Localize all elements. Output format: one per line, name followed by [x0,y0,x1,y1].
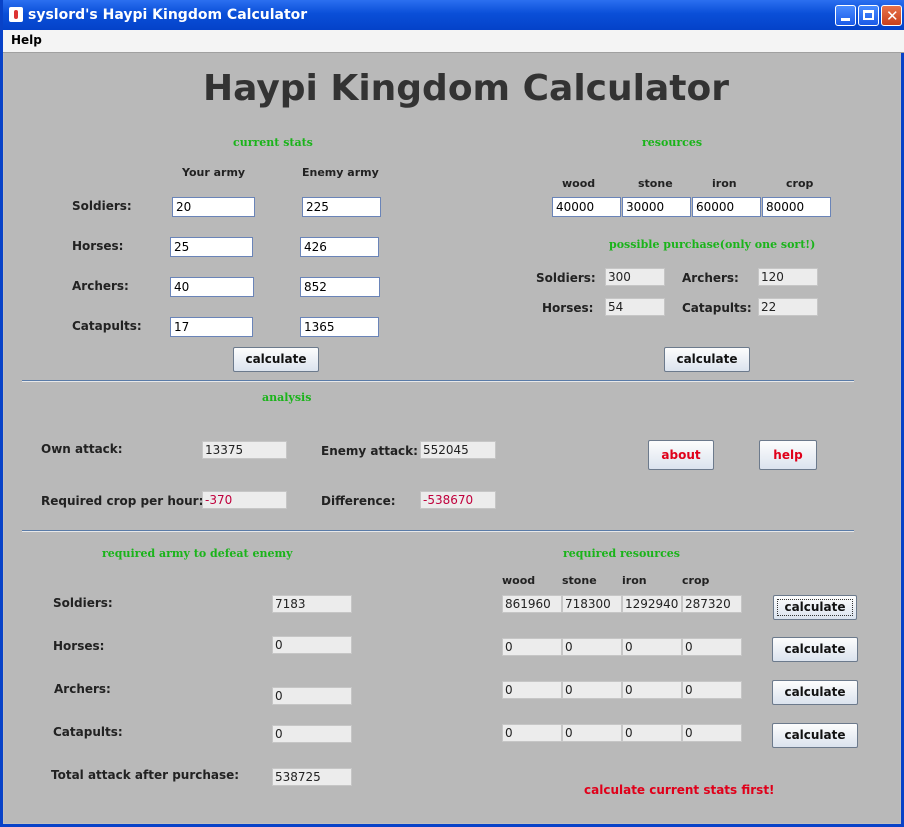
total-attack-label: Total attack after purchase: [51,768,240,782]
required-crop-label: Required crop per hour: [41,494,204,508]
req-res-archers-crop: 0 [682,681,742,699]
crop-input[interactable]: 80000 [762,197,831,217]
req-res-archers-wood: 0 [502,681,562,699]
total-attack-value: 538725 [272,768,352,786]
enemy-attack-value: 552045 [420,441,496,459]
req-iron-header: iron [622,574,647,587]
analysis-title: analysis [262,391,312,404]
your-catapults-input[interactable]: 17 [170,317,253,337]
soldiers-label: Soldiers: [72,199,132,213]
enemy-horses-input[interactable]: 426 [300,237,379,257]
required-resources-title: required resources [563,547,680,560]
req-res-horses-crop: 0 [682,638,742,656]
enemy-army-header: Enemy army [302,166,379,179]
horses-label: Horses: [72,239,124,253]
enemy-catapults-input[interactable]: 1365 [300,317,379,337]
wood-input[interactable]: 40000 [552,197,621,217]
about-button[interactable]: about [648,440,714,470]
minimize-button[interactable] [835,5,856,26]
menu-help[interactable]: Help [11,33,42,47]
req-wood-header: wood [502,574,536,587]
archers-label: Archers: [72,279,129,293]
your-army-header: Your army [182,166,246,179]
req-res-catapults-iron: 0 [622,724,682,742]
req-soldiers-value: 7183 [272,595,352,613]
calculate-soldiers-resources-button[interactable]: calculate [773,595,857,620]
req-soldiers-label: Soldiers: [53,596,113,610]
req-res-horses-iron: 0 [622,638,682,656]
required-crop-value: -370 [202,491,287,509]
purchase-soldiers-value: 300 [605,268,665,286]
enemy-soldiers-input[interactable]: 225 [302,197,381,217]
help-button[interactable]: help [759,440,817,470]
your-soldiers-input[interactable]: 20 [172,197,255,217]
req-horses-label: Horses: [53,639,105,653]
purchase-archers-value: 120 [758,268,818,286]
main-panel [4,53,900,823]
purchase-soldiers-label: Soldiers: [536,271,596,285]
req-res-soldiers-wood: 861960 [502,595,562,613]
calculate-resources-button[interactable]: calculate [664,347,750,372]
minimize-icon [841,18,850,21]
req-res-soldiers-crop: 287320 [682,595,742,613]
purchase-catapults-value: 22 [758,298,818,316]
menu-bar: Help [3,30,904,53]
crop-header: crop [786,177,814,190]
separator-2 [22,530,854,532]
java-app-icon [9,7,23,22]
your-horses-input[interactable]: 25 [170,237,253,257]
req-res-archers-stone: 0 [562,681,622,699]
req-res-horses-wood: 0 [502,638,562,656]
wood-header: wood [562,177,596,190]
req-res-catapults-wood: 0 [502,724,562,742]
req-horses-value: 0 [272,636,352,654]
req-res-archers-iron: 0 [622,681,682,699]
req-res-catapults-stone: 0 [562,724,622,742]
calculate-stats-button[interactable]: calculate [233,347,319,372]
own-attack-value: 13375 [202,441,287,459]
close-button[interactable]: ✕ [881,5,902,26]
purchase-archers-label: Archers: [682,271,739,285]
difference-label: Difference: [321,494,396,508]
req-archers-value: 0 [272,687,352,705]
resources-title: resources [642,136,703,149]
enemy-archers-input[interactable]: 852 [300,277,380,297]
stone-header: stone [638,177,673,190]
req-res-soldiers-stone: 718300 [562,595,622,613]
req-res-catapults-crop: 0 [682,724,742,742]
req-crop-header: crop [682,574,710,587]
possible-purchase-title: possible purchase(only one sort!) [609,238,816,251]
req-archers-label: Archers: [54,682,111,696]
catapults-label: Catapults: [72,319,142,333]
req-catapults-value: 0 [272,725,352,743]
purchase-horses-label: Horses: [542,301,594,315]
own-attack-label: Own attack: [41,442,123,456]
iron-input[interactable]: 60000 [692,197,761,217]
req-catapults-label: Catapults: [53,725,123,739]
calculate-catapults-resources-button[interactable]: calculate [772,723,858,748]
calculate-archers-resources-button[interactable]: calculate [772,680,858,705]
calculate-horses-resources-button[interactable]: calculate [772,637,858,662]
required-army-title: required army to defeat enemy [102,547,293,560]
req-res-soldiers-iron: 1292940 [622,595,682,613]
your-archers-input[interactable]: 40 [170,277,254,297]
enemy-attack-label: Enemy attack: [321,444,418,458]
req-res-horses-stone: 0 [562,638,622,656]
difference-value: -538670 [420,491,496,509]
req-stone-header: stone [562,574,597,587]
iron-header: iron [712,177,737,190]
maximize-button[interactable] [858,5,879,26]
maximize-icon [863,10,874,20]
title-bar[interactable]: syslord's Haypi Kingdom Calculator ✕ [3,0,904,30]
warning-message: calculate current stats first! [584,783,775,797]
purchase-horses-value: 54 [605,298,665,316]
stone-input[interactable]: 30000 [622,197,691,217]
purchase-catapults-label: Catapults: [682,301,752,315]
current-stats-title: current stats [233,136,313,149]
separator-1 [22,380,854,382]
close-icon: ✕ [886,7,899,25]
window-title: syslord's Haypi Kingdom Calculator [28,7,308,23]
page-title: Haypi Kingdom Calculator [203,68,729,109]
